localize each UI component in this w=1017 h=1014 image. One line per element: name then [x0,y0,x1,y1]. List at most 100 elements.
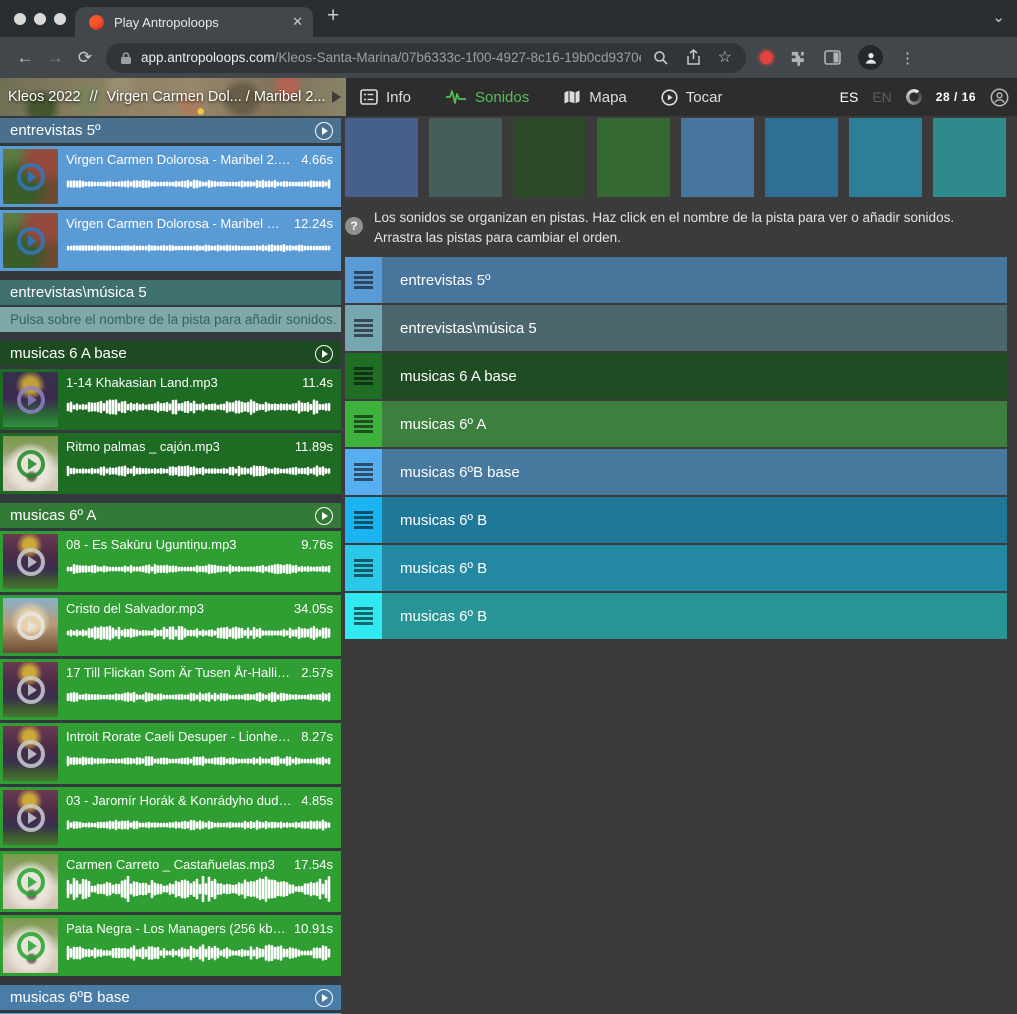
clip-play-icon[interactable] [17,676,45,704]
breadcrumb-trail[interactable]: Virgen Carmen Dol... / Maribel 2... [107,89,326,105]
tab-mapa[interactable]: Mapa [563,89,627,106]
audio-clip[interactable]: Virgen Carmen Dolorosa - Maribel 2.mp312… [0,210,341,271]
record-extension-icon[interactable] [760,51,773,64]
audio-clip[interactable]: Cristo del Salvador.mp334.05s [0,595,341,656]
content-area: entrevistas 5º Virgen Carmen Dolorosa - M… [0,116,1017,1014]
tab-info[interactable]: Info [360,89,411,106]
clip-waveform[interactable] [66,684,333,710]
lang-es-button[interactable]: ES [840,89,859,105]
clip-waveform[interactable] [66,876,333,902]
audio-clip[interactable]: Virgen Carmen Dolorosa - Maribel 2.mp34.… [0,146,341,207]
side-panel-icon[interactable] [824,50,841,65]
audio-clip[interactable]: 08 - Es Sakūru Uguntiņu.mp39.76s [0,531,341,592]
clip-waveform[interactable] [66,812,333,838]
track-name[interactable]: entrevistas\música 5 [382,305,1007,351]
clip-waveform[interactable] [66,940,333,966]
drag-handle-icon[interactable] [345,353,382,399]
audio-clip[interactable]: 17 Till Flickan Som Är Tusen År-Halling … [0,659,341,720]
drag-handle-icon[interactable] [345,305,382,351]
clip-play-icon[interactable] [17,932,45,960]
drag-handle-icon[interactable] [345,545,382,591]
track-row[interactable]: musicas 6 A base [345,353,1007,399]
tab-close-icon[interactable]: ✕ [292,14,303,30]
forward-icon[interactable]: → [40,48,70,68]
window-close-button[interactable] [14,13,26,25]
audio-clip[interactable]: 03 - Jaromír Horák & Konrádyho dudácká .… [0,787,341,848]
track-row[interactable]: musicas 6º B [345,593,1007,639]
tab-search-chevron-icon[interactable]: ⌄ [992,8,1005,26]
zoom-page-icon[interactable] [653,50,669,66]
track-row[interactable]: musicas 6º A [345,401,1007,447]
clip-duration: 2.57s [301,665,333,680]
section-header[interactable]: musicas 6ºB base [0,985,341,1010]
clip-play-icon[interactable] [17,386,45,414]
window-minimize-button[interactable] [34,13,46,25]
browser-tab[interactable]: Play Antropoloops ✕ [75,7,313,37]
track-row[interactable]: musicas 6º B [345,497,1007,543]
clip-thumbnail [3,436,58,491]
browser-tab-strip: Play Antropoloops ✕ + ⌄ [0,0,1017,37]
track-row[interactable]: entrevistas\música 5 [345,305,1007,351]
audio-clip[interactable]: Introit Rorate Caeli Desuper - Lionheart… [0,723,341,784]
clip-play-icon[interactable] [17,612,45,640]
clip-play-icon[interactable] [17,227,45,255]
drag-handle-icon[interactable] [345,449,382,495]
clip-play-icon[interactable] [17,740,45,768]
section-header[interactable]: entrevistas 5º [0,118,341,143]
track-name[interactable]: musicas 6º B [382,593,1007,639]
back-icon[interactable]: ← [10,48,40,68]
track-row[interactable]: musicas 6ºB base [345,449,1007,495]
clip-waveform[interactable] [66,620,333,646]
clip-waveform[interactable] [66,748,333,774]
browser-menu-icon[interactable]: ⋮ [900,49,915,67]
drag-handle-icon[interactable] [345,593,382,639]
audio-clip[interactable]: Ritmo palmas _ cajón.mp311.89s [0,433,341,494]
section-play-button[interactable] [315,345,333,363]
track-name[interactable]: musicas 6º B [382,545,1007,591]
audio-clip[interactable]: 1-14 Khakasian Land.mp311.4s [0,369,341,430]
drag-handle-icon[interactable] [345,401,382,447]
track-name[interactable]: entrevistas 5º [382,257,1007,303]
tab-tocar[interactable]: Tocar [661,89,723,106]
lang-en-button[interactable]: EN [872,89,891,105]
track-row[interactable]: musicas 6º B [345,545,1007,591]
profile-avatar[interactable] [858,45,883,70]
track-row[interactable]: entrevistas 5º [345,257,1007,303]
clip-waveform[interactable] [66,458,333,484]
section-title: musicas 6ºB base [10,989,130,1006]
section-play-button[interactable] [315,507,333,525]
account-icon[interactable] [990,88,1009,107]
drag-handle-icon[interactable] [345,497,382,543]
clip-play-icon[interactable] [17,804,45,832]
track-name[interactable]: musicas 6 A base [382,353,1007,399]
track-name[interactable]: musicas 6º A [382,401,1007,447]
new-tab-button[interactable]: + [327,4,339,28]
url-input[interactable]: app.antropoloops.com/Kleos-Santa-Marina/… [106,43,746,73]
clip-waveform[interactable] [66,171,333,197]
section-header[interactable]: entrevistas\música 5 [0,280,341,305]
section-header[interactable]: musicas 6 A base [0,341,341,366]
clip-thumbnail [3,854,58,909]
share-icon[interactable] [686,49,701,66]
clip-play-icon[interactable] [17,868,45,896]
bookmark-star-icon[interactable]: ☆ [718,50,732,66]
clip-waveform[interactable] [66,394,333,420]
reload-icon[interactable]: ⟳ [70,48,100,68]
breadcrumb-project[interactable]: Kleos 2022 [8,89,81,105]
track-name[interactable]: musicas 6ºB base [382,449,1007,495]
section-header[interactable]: musicas 6º A [0,503,341,528]
window-zoom-button[interactable] [54,13,66,25]
clip-play-icon[interactable] [17,163,45,191]
audio-clip[interactable]: Pata Negra - Los Managers (256 kbps).mp3… [0,915,341,976]
clip-waveform[interactable] [66,235,333,261]
section-play-button[interactable] [315,122,333,140]
clip-play-icon[interactable] [17,548,45,576]
section-play-button[interactable] [315,989,333,1007]
clip-play-icon[interactable] [17,450,45,478]
extensions-puzzle-icon[interactable] [790,49,807,66]
clip-waveform[interactable] [66,556,333,582]
drag-handle-icon[interactable] [345,257,382,303]
tab-sonidos[interactable]: Sonidos [445,89,529,106]
track-name[interactable]: musicas 6º B [382,497,1007,543]
audio-clip[interactable]: Carmen Carreto _ Castañuelas.mp317.54s [0,851,341,912]
